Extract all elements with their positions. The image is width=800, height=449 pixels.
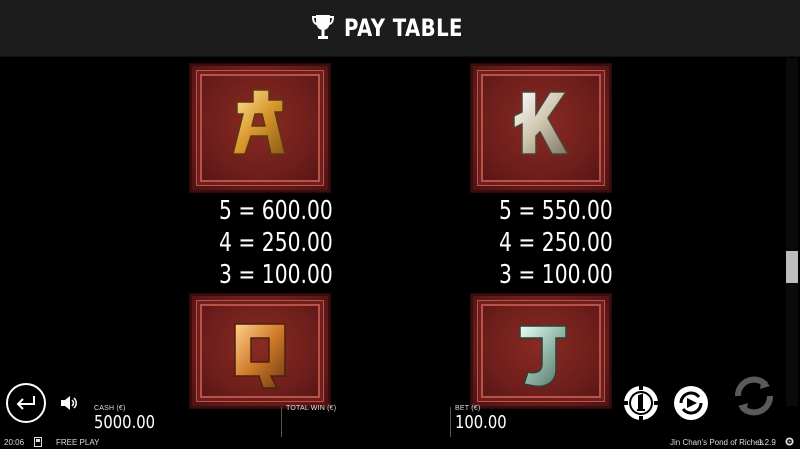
total-win-label: TOTAL WIN (€): [286, 405, 337, 412]
speaker-icon: [61, 396, 77, 410]
paytable-header: PAY TABLE: [0, 0, 800, 57]
symbol-tile-k: [470, 63, 612, 193]
divider: [281, 407, 282, 437]
divider: [450, 407, 451, 437]
status-footer: 20:06 FREE PLAY Jin Chan's Pond of Riche…: [0, 436, 800, 449]
bet-value: 100.00: [455, 412, 507, 433]
settings-icon[interactable]: [785, 437, 794, 448]
spin-arrows-icon: [734, 376, 774, 416]
back-button[interactable]: [6, 383, 46, 423]
device-icon: [34, 437, 42, 449]
payout-row: 5 = 550.00: [499, 196, 613, 226]
symbol-k-pays: 5 = 550.00 4 = 250.00 3 = 100.00: [499, 195, 645, 291]
cash-label: CASH (€): [94, 405, 126, 412]
trophy-icon: [311, 13, 334, 43]
page-title: PAY TABLE: [343, 14, 463, 42]
play-mode: FREE PLAY: [56, 438, 100, 447]
symbol-a-glyph: [232, 89, 286, 155]
autoplay-icon: [674, 386, 708, 420]
payout-row: 3 = 100.00: [219, 260, 333, 290]
symbol-q-glyph: [234, 323, 286, 389]
clock: 20:06: [4, 438, 25, 447]
cash-value: 5000.00: [94, 412, 156, 433]
return-arrow-icon: [16, 396, 35, 410]
payout-row: 5 = 600.00: [219, 196, 333, 226]
symbol-j-glyph: [519, 325, 567, 388]
bet-chip-button[interactable]: [622, 384, 660, 422]
symbol-tile-j: [470, 293, 612, 409]
autoplay-button[interactable]: [672, 384, 710, 422]
symbol-tile-q: [189, 293, 331, 409]
paytable-scrollbar[interactable]: [786, 58, 798, 406]
payout-row: 4 = 250.00: [499, 228, 613, 258]
symbol-tile-a: [189, 63, 331, 193]
chip-icon: [623, 385, 659, 421]
symbol-a-pays: 5 = 600.00 4 = 250.00 3 = 100.00: [219, 195, 365, 291]
spin-button[interactable]: [730, 372, 778, 420]
payout-row: 3 = 100.00: [499, 260, 613, 290]
symbol-k-glyph: [513, 91, 570, 155]
bet-display: BET (€) 100.00: [455, 405, 518, 433]
bet-label: BET (€): [455, 405, 481, 412]
scrollbar-thumb[interactable]: [786, 251, 798, 283]
version: 1.2.9: [758, 438, 776, 447]
payout-row: 4 = 250.00: [219, 228, 333, 258]
cash-display: CASH (€) 5000.00: [94, 405, 168, 433]
total-win-display: TOTAL WIN (€): [286, 405, 336, 412]
sound-toggle[interactable]: [60, 395, 78, 411]
game-title: Jin Chan's Pond of Riches: [670, 438, 764, 447]
